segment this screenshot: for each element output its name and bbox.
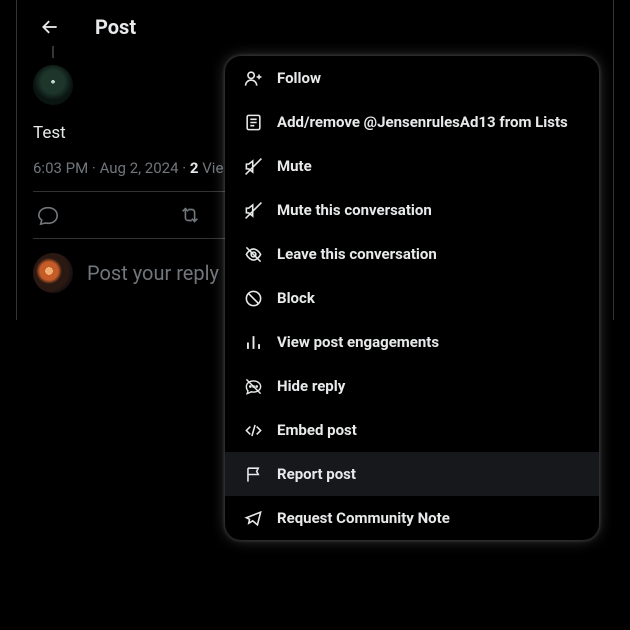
menu-item-community-note[interactable]: Request Community Note [225, 496, 599, 540]
community-note-icon [243, 508, 263, 528]
hide-reply-icon [243, 376, 263, 396]
reply-input[interactable]: Post your reply [87, 261, 219, 285]
thread-line [52, 46, 54, 58]
menu-item-label: Hide reply [277, 377, 345, 395]
menu-item-label: Follow [277, 69, 321, 87]
menu-item-label: Add/remove @JensenrulesAd13 from Lists [277, 113, 568, 131]
menu-item-mute[interactable]: Mute [225, 144, 599, 188]
menu-item-label: Block [277, 289, 315, 307]
list-icon [243, 112, 263, 132]
menu-item-label: Report post [277, 465, 356, 483]
current-user-avatar[interactable] [33, 253, 73, 293]
back-button[interactable] [33, 10, 67, 44]
post-time: 6:03 PM [33, 159, 88, 177]
menu-item-report[interactable]: Report post [225, 452, 599, 496]
post-actions-menu: Follow Add/remove @JensenrulesAd13 from … [225, 56, 599, 540]
menu-item-lists[interactable]: Add/remove @JensenrulesAd13 from Lists [225, 100, 599, 144]
arrow-left-icon [40, 17, 60, 37]
menu-item-leave-conversation[interactable]: Leave this conversation [225, 232, 599, 276]
repost-icon [179, 204, 201, 226]
menu-item-follow[interactable]: Follow [225, 56, 599, 100]
reply-button[interactable] [37, 204, 59, 226]
reply-icon [37, 204, 59, 226]
mute-icon [243, 156, 263, 176]
page-title: Post [95, 15, 136, 39]
embed-icon [243, 420, 263, 440]
menu-item-label: Embed post [277, 421, 357, 439]
menu-item-label: Mute [277, 157, 312, 175]
menu-item-label: Leave this conversation [277, 245, 437, 263]
leave-conversation-icon [243, 244, 263, 264]
report-icon [243, 464, 263, 484]
block-icon [243, 288, 263, 308]
menu-item-label: Request Community Note [277, 509, 450, 527]
views-label: Vie [202, 159, 223, 177]
menu-item-mute-conversation[interactable]: Mute this conversation [225, 188, 599, 232]
menu-item-block[interactable]: Block [225, 276, 599, 320]
mute-conversation-icon [243, 200, 263, 220]
engagements-icon [243, 332, 263, 352]
menu-item-hide-reply[interactable]: Hide reply [225, 364, 599, 408]
menu-item-engagements[interactable]: View post engagements [225, 320, 599, 364]
post-date: Aug 2, 2024 [100, 159, 179, 177]
menu-item-label: View post engagements [277, 333, 439, 351]
repost-button[interactable] [179, 204, 201, 226]
author-avatar[interactable] [33, 65, 73, 105]
follow-icon [243, 68, 263, 88]
menu-item-embed[interactable]: Embed post [225, 408, 599, 452]
menu-item-label: Mute this conversation [277, 201, 432, 219]
views-count: 2 [190, 159, 199, 177]
